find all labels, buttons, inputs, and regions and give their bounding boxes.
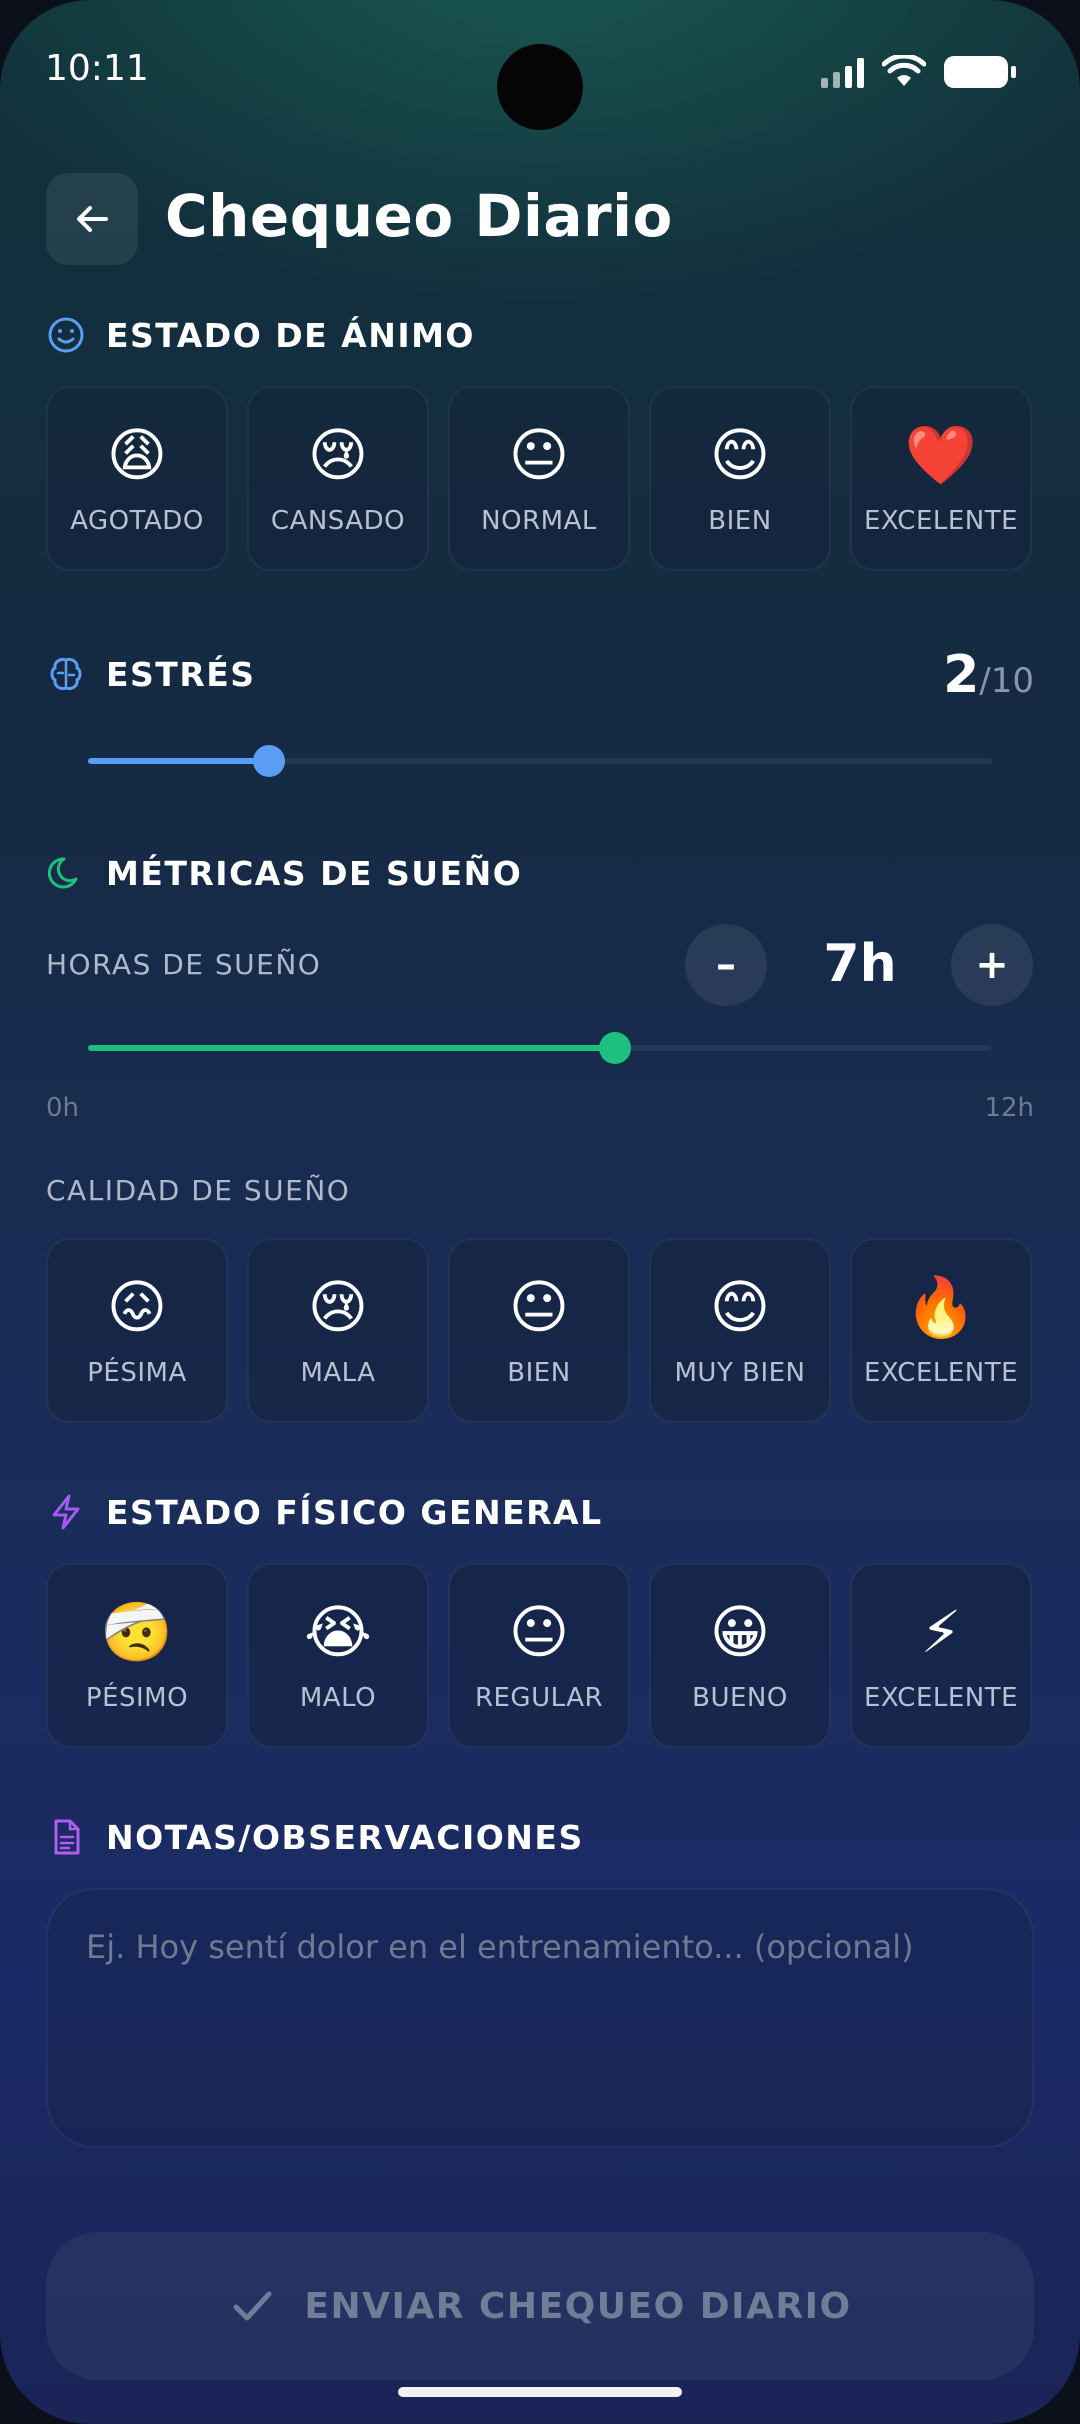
sleep-quality-mala[interactable]: 😢 MALA (247, 1238, 429, 1423)
notes-section-header: NOTAS/OBSERVACIONES (46, 1812, 584, 1862)
sleep-range-max: 12h (984, 1093, 1034, 1123)
physical-option-label: REGULAR (474, 1682, 604, 1713)
notes-input[interactable] (46, 1888, 1034, 2148)
status-icons (821, 52, 1016, 92)
sleep-quality-excelente[interactable]: 🔥 EXCELENTE (850, 1238, 1032, 1423)
sleep-quality-bien[interactable]: 😐 BIEN (448, 1238, 630, 1423)
mood-option-excelente[interactable]: ❤️ EXCELENTE (850, 386, 1032, 571)
arrow-left-icon (77, 206, 108, 232)
signal-icon (821, 56, 864, 88)
sleep-hours-label: HORAS DE SUEÑO (46, 948, 322, 981)
stress-max: /10 (979, 661, 1034, 701)
neutral-face-icon: 😐 (508, 1597, 570, 1666)
status-time: 10:11 (45, 48, 149, 89)
neutral-face-icon: 😐 (508, 1272, 570, 1341)
mood-option-agotado[interactable]: 😩 AGOTADO (46, 386, 228, 571)
smiling-face-icon: 😊 (709, 420, 771, 489)
camera-cutout (497, 44, 583, 130)
crying-face-icon: 😢 (307, 1272, 369, 1341)
physical-option-excelente[interactable]: ⚡ EXCELENTE (850, 1563, 1032, 1748)
exhausted-face-icon: 😩 (106, 420, 168, 489)
mood-option-normal[interactable]: 😐 NORMAL (448, 386, 630, 571)
smile-icon (46, 315, 86, 355)
physical-option-pesimo[interactable]: 🤕 PÉSIMO (46, 1563, 228, 1748)
neutral-face-icon: 😐 (508, 420, 570, 489)
mood-option-label: EXCELENTE (863, 505, 1019, 536)
sleep-slider-fill (88, 1045, 616, 1051)
physical-section-header: ESTADO FÍSICO GENERAL (46, 1487, 603, 1537)
crying-face-icon: 😢 (307, 420, 369, 489)
mood-option-label: AGOTADO (70, 505, 204, 536)
sleep-quality-label-text: EXCELENTE (863, 1357, 1019, 1388)
sleep-quality-label-text: PÉSIMA (87, 1357, 187, 1388)
bandaged-face-icon: 🤕 (100, 1597, 174, 1666)
physical-options: 🤕 PÉSIMO 😭 MALO 😐 REGULAR 😀 BUENO ⚡ EXCELENTE (46, 1563, 1034, 1748)
mood-title: ESTADO DE ÁNIMO (106, 315, 475, 355)
increase-hours-button[interactable]: + (951, 924, 1033, 1006)
sleep-section-header: MÉTRICAS DE SUEÑO (46, 848, 522, 898)
wifi-icon (882, 55, 926, 86)
grinning-face-icon: 😀 (709, 1597, 771, 1666)
sleep-range-min: 0h (46, 1093, 80, 1123)
document-icon (46, 1817, 86, 1857)
decrease-hours-button[interactable]: – (685, 924, 767, 1006)
smiling-face-icon: 😊 (709, 1272, 771, 1341)
home-indicator[interactable] (398, 2387, 682, 2397)
mood-option-label: CANSADO (270, 505, 406, 536)
lightning-icon (46, 1492, 86, 1532)
mood-option-label: BIEN (708, 505, 772, 536)
sleep-quality-muy-bien[interactable]: 😊 MUY BIEN (649, 1238, 831, 1423)
check-icon (233, 2291, 272, 2321)
physical-option-label: BUENO (692, 1682, 788, 1713)
confounded-face-icon: 😖 (106, 1272, 168, 1341)
mood-option-bien[interactable]: 😊 BIEN (649, 386, 831, 571)
high-voltage-icon: ⚡ (920, 1597, 962, 1666)
screen: 10:11 Chequeo Diario ESTADO DE ÁNIMO 😩 A… (0, 0, 1080, 2424)
notes-title: NOTAS/OBSERVACIONES (106, 1817, 584, 1857)
battery-icon (944, 56, 1016, 88)
sleep-quality-label-text: MUY BIEN (674, 1357, 806, 1388)
sleep-quality-pesima[interactable]: 😖 PÉSIMA (46, 1238, 228, 1423)
sleep-hours-value: 7h (823, 934, 897, 994)
sleep-title: MÉTRICAS DE SUEÑO (106, 853, 523, 893)
sleep-quality-label-text: BIEN (507, 1357, 571, 1388)
physical-title: ESTADO FÍSICO GENERAL (106, 1492, 603, 1532)
stress-value-number: 2 (943, 645, 980, 705)
physical-option-label: PÉSIMO (85, 1682, 189, 1713)
brain-icon (46, 654, 86, 694)
sleep-quality-label: CALIDAD DE SUEÑO (46, 1174, 351, 1207)
fire-icon: 🔥 (904, 1272, 978, 1341)
mood-option-label: NORMAL (481, 505, 597, 536)
stress-title: ESTRÉS (106, 654, 256, 694)
heart-icon: ❤️ (904, 420, 978, 489)
stress-section-header: ESTRÉS (46, 649, 256, 699)
stress-slider-fill (88, 758, 269, 764)
submit-button[interactable]: ENVIAR CHEQUEO DIARIO (46, 2232, 1034, 2380)
physical-option-label: MALO (299, 1682, 377, 1713)
physical-option-bueno[interactable]: 😀 BUENO (649, 1563, 831, 1748)
back-button[interactable] (46, 173, 138, 265)
stress-slider[interactable] (88, 745, 992, 777)
loudly-crying-face-icon: 😭 (304, 1597, 372, 1666)
sleep-hours-slider[interactable] (88, 1032, 992, 1064)
physical-option-regular[interactable]: 😐 REGULAR (448, 1563, 630, 1748)
sleep-quality-options: 😖 PÉSIMA 😢 MALA 😐 BIEN 😊 MUY BIEN 🔥 EXCELENTE (46, 1238, 1034, 1423)
page-title: Chequeo Diario (165, 182, 673, 250)
sleep-quality-label-text: MALA (300, 1357, 376, 1388)
submit-label: ENVIAR CHEQUEO DIARIO (304, 2285, 852, 2327)
mood-section-header: ESTADO DE ÁNIMO (46, 310, 475, 360)
physical-option-malo[interactable]: 😭 MALO (247, 1563, 429, 1748)
sleep-slider-thumb[interactable] (599, 1032, 632, 1064)
stress-value: 2/10 (943, 645, 1034, 705)
moon-icon (46, 853, 86, 893)
stress-slider-thumb[interactable] (252, 745, 285, 777)
physical-option-label: EXCELENTE (863, 1682, 1019, 1713)
mood-options: 😩 AGOTADO 😢 CANSADO 😐 NORMAL 😊 BIEN ❤️ EXCELE… (46, 386, 1034, 571)
mood-option-cansado[interactable]: 😢 CANSADO (247, 386, 429, 571)
